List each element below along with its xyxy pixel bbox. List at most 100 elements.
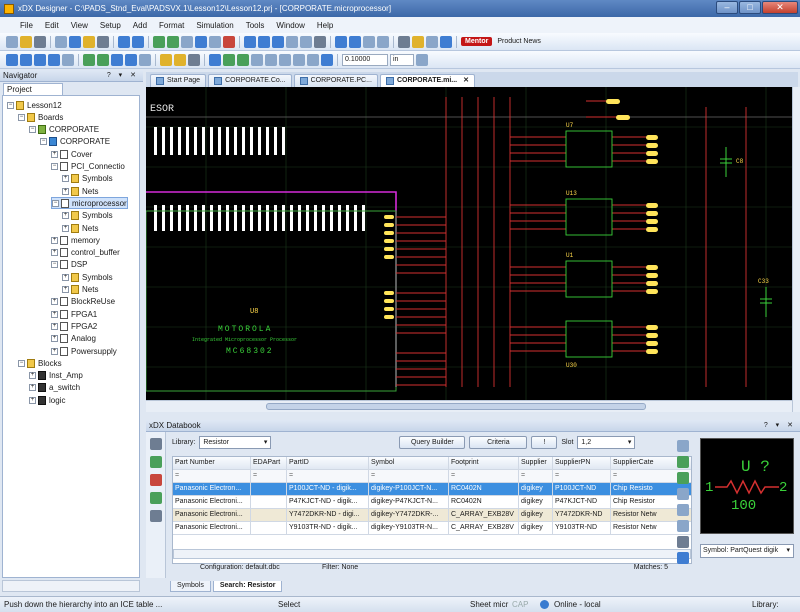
mirror-icon[interactable]	[272, 35, 284, 48]
wire-icon[interactable]	[223, 53, 235, 66]
netlist-icon[interactable]	[363, 35, 375, 48]
col-edapart[interactable]: EDAPart	[251, 457, 287, 470]
filter-cell[interactable]: =	[553, 470, 611, 483]
pan-icon[interactable]	[62, 53, 74, 66]
tree-item[interactable]: + a_switch	[29, 382, 80, 394]
collapse-icon[interactable]: −	[29, 126, 36, 134]
menu-setup[interactable]: Setup	[94, 21, 127, 30]
text-icon[interactable]	[307, 53, 319, 66]
filter-cell[interactable]: =	[287, 470, 369, 483]
schematic-canvas[interactable]: ESOR U8 MOTOROLA Integrated Microprocess…	[146, 87, 792, 400]
settings-icon[interactable]	[677, 536, 689, 548]
col-part-number[interactable]: Part Number	[173, 457, 251, 470]
drc-icon[interactable]	[412, 35, 424, 48]
group-icon[interactable]	[677, 504, 689, 516]
tree-item[interactable]: − Blocks	[18, 357, 62, 369]
tree-item[interactable]: − DSP	[51, 259, 87, 271]
zoom-in-icon[interactable]	[6, 53, 18, 66]
library-select[interactable]: Resistor ▾	[199, 435, 272, 449]
tree-item[interactable]: + Analog	[51, 333, 96, 345]
move-icon[interactable]	[244, 35, 256, 48]
add-net-icon[interactable]	[167, 35, 179, 48]
rectangle-icon[interactable]	[265, 53, 277, 66]
menu-add[interactable]: Add	[127, 21, 153, 30]
hscroll-thumb[interactable]	[266, 403, 646, 410]
tree-item[interactable]: − Lesson12	[7, 99, 62, 111]
part-icon[interactable]	[150, 474, 162, 486]
filter-icon[interactable]	[188, 53, 200, 66]
sim-icon[interactable]	[426, 35, 438, 48]
bus-icon[interactable]	[237, 53, 249, 66]
redo-icon[interactable]	[132, 35, 144, 48]
search-icon[interactable]	[150, 510, 162, 522]
collapse-icon[interactable]: −	[18, 113, 25, 121]
expand-icon[interactable]: +	[51, 310, 58, 318]
arc-icon[interactable]	[251, 53, 263, 66]
tree-item[interactable]: + Symbols	[62, 210, 113, 222]
place-icon[interactable]	[150, 492, 162, 504]
tab-corporate-cover[interactable]: CORPORATE.Co...	[208, 74, 292, 87]
tree-item[interactable]: + FPGA1	[51, 308, 97, 320]
tab-corporate-micro[interactable]: CORPORATE.mi... ✕	[379, 74, 475, 87]
collapse-icon[interactable]: −	[40, 138, 47, 146]
grid-input[interactable]: 0.10000	[342, 53, 388, 66]
expand-icon[interactable]: +	[29, 384, 36, 392]
tree-item[interactable]: + logic	[29, 394, 65, 406]
menu-tools[interactable]: Tools	[240, 21, 271, 30]
line-icon[interactable]	[293, 53, 305, 66]
expand-icon[interactable]: +	[62, 187, 69, 195]
sort-icon[interactable]	[677, 488, 689, 500]
menu-simulation[interactable]: Simulation	[190, 21, 239, 30]
expand-icon[interactable]: +	[62, 212, 69, 220]
maximize-button[interactable]: □	[739, 1, 761, 14]
mentor-logo[interactable]: Mentor	[461, 37, 493, 46]
tree-item[interactable]: + Nets	[62, 284, 98, 296]
tab-corporate-pci[interactable]: CORPORATE.PC...	[293, 74, 378, 87]
tab-symbols[interactable]: Symbols	[170, 580, 211, 592]
tree-item[interactable]: + Powersupply	[51, 345, 117, 357]
clear-icon[interactable]	[677, 440, 689, 452]
undo-icon[interactable]	[118, 35, 130, 48]
expand-icon[interactable]: +	[51, 298, 58, 306]
col-supplier[interactable]: Supplier	[519, 457, 553, 470]
new-icon[interactable]	[6, 35, 18, 48]
symbol-select[interactable]: Symbol: PartQuest digik ▾	[700, 544, 794, 558]
zoom-area-icon[interactable]	[48, 53, 60, 66]
zoom-out-icon[interactable]	[20, 53, 32, 66]
paste-icon[interactable]	[83, 35, 95, 48]
open-icon[interactable]	[20, 35, 32, 48]
expand-icon[interactable]: +	[29, 396, 36, 404]
tree-item[interactable]: − PCI_Connectio	[51, 161, 125, 173]
expand-icon[interactable]: +	[62, 286, 69, 293]
expand-icon[interactable]: +	[51, 150, 58, 158]
table-row[interactable]: Panasonic Electroni... P47KJCT-ND - digik…	[173, 496, 691, 509]
variant-icon[interactable]	[139, 53, 151, 66]
find-icon[interactable]	[97, 35, 109, 48]
tree-item[interactable]: + Nets	[62, 185, 98, 197]
col-footprint[interactable]: Footprint	[449, 457, 519, 470]
tree-item[interactable]: − Boards	[18, 111, 63, 123]
close-button[interactable]: ✕	[762, 1, 798, 14]
push-icon[interactable]	[160, 53, 172, 66]
tree-item[interactable]: + Symbols	[62, 173, 113, 185]
snap-icon[interactable]	[416, 53, 428, 66]
expand-icon[interactable]: +	[51, 236, 58, 244]
expand-icon[interactable]: +	[29, 372, 36, 380]
table-row[interactable]: Panasonic Electroni... Y9103TR-ND - digik…	[173, 522, 691, 535]
check-icon[interactable]	[209, 35, 221, 48]
slot-select[interactable]: 1,2 ▾	[577, 435, 636, 449]
grid-icon[interactable]	[181, 35, 193, 48]
delete-icon[interactable]	[223, 35, 235, 48]
select-icon[interactable]	[209, 53, 221, 66]
help-icon[interactable]	[440, 35, 452, 48]
collapse-icon[interactable]: −	[7, 101, 14, 109]
databook-icon[interactable]	[97, 53, 109, 66]
expand-icon[interactable]: +	[51, 335, 58, 343]
databook-controls[interactable]: ? ▾ ✕	[764, 420, 796, 432]
rotate-icon[interactable]	[258, 35, 270, 48]
bom-icon[interactable]	[377, 35, 389, 48]
tree-item[interactable]: + FPGA2	[51, 320, 97, 332]
product-news-button[interactable]: Product News	[494, 38, 544, 45]
tree-item[interactable]: + Nets	[62, 222, 98, 234]
binoculars-icon[interactable]	[150, 438, 162, 450]
